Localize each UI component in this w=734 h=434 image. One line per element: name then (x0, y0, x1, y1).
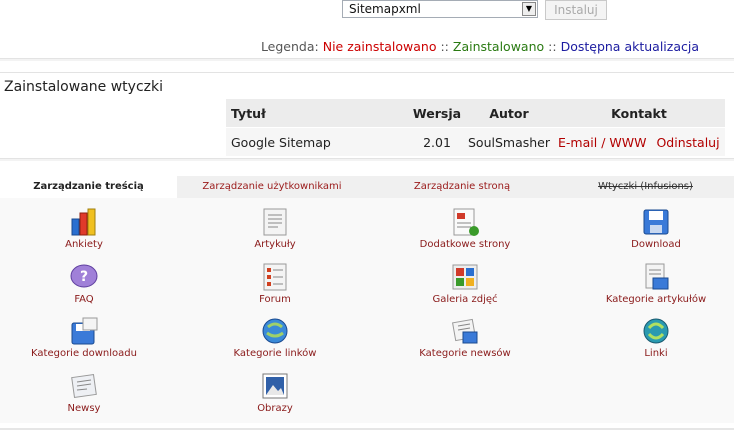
plugin-author: SoulSmasher (465, 127, 553, 156)
bottom-divider (0, 428, 734, 430)
tab-site-management[interactable]: Zarządzanie stroną (367, 176, 557, 198)
plugin-version: 2.01 (409, 127, 465, 156)
plugin-title: Google Sitemap (226, 127, 409, 156)
table-header-row: Tytuł Wersja Autor Kontakt (226, 99, 725, 128)
admin-item-label: Forum (259, 294, 291, 305)
custom-pages-icon (453, 208, 479, 236)
admin-item-label: Kategorie linków (233, 348, 317, 359)
divider (0, 72, 734, 73)
download-categories-icon (71, 317, 98, 345)
legend-separator: :: (548, 39, 557, 54)
news-icon (71, 374, 97, 398)
link-separator: / (601, 134, 606, 150)
legend-installed: Zainstalowano (452, 39, 545, 54)
admin-item-label: Obrazy (257, 403, 293, 414)
col-contact-header: Kontakt (553, 99, 725, 128)
admin-item-label: Kategorie downloadu (31, 348, 137, 359)
admin-item-label: Ankiety (65, 239, 103, 250)
legend-label: Legenda: (260, 39, 319, 54)
photo-gallery-icon (452, 264, 478, 290)
faq-icon: ? (70, 264, 98, 288)
admin-item-articles[interactable]: Artykuły (175, 207, 375, 250)
forum-icon (263, 263, 287, 291)
admin-item-label: Kategorie newsów (419, 348, 511, 359)
admin-item-news-categories[interactable]: Kategorie newsów (365, 316, 565, 359)
admin-item-label: Linki (644, 348, 668, 359)
admin-item-label: Dodatkowe strony (419, 239, 511, 250)
links-icon (643, 318, 669, 344)
admin-item-label: Kategorie artykułów (605, 294, 707, 305)
admin-item-label: Galeria zdjęć (432, 294, 498, 305)
admin-item-photo-gallery[interactable]: Galeria zdjęć (365, 262, 565, 305)
images-icon (262, 373, 288, 399)
tab-infusions[interactable]: Wtyczki (Infusions) (557, 176, 734, 198)
divider-shadow (0, 159, 734, 161)
admin-item-label: Artykuły (254, 239, 296, 250)
link-categories-icon (262, 318, 288, 344)
admin-item-download-categories[interactable]: Kategorie downloadu (0, 316, 184, 359)
admin-item-images[interactable]: Obrazy (175, 371, 375, 414)
svg-text:?: ? (80, 269, 88, 285)
chevron-down-icon[interactable]: ▼ (522, 2, 536, 16)
articles-icon (263, 208, 287, 236)
article-categories-icon (645, 263, 669, 290)
download-icon (643, 209, 669, 235)
plugin-contact: E-mail / WWW Odinstaluj (553, 127, 725, 156)
admin-item-forum[interactable]: Forum (175, 262, 375, 305)
admin-item-link-categories[interactable]: Kategorie linków (175, 316, 375, 359)
news-categories-icon (452, 318, 478, 344)
col-author-header: Autor (465, 99, 553, 128)
install-button[interactable]: Instaluj (545, 0, 607, 20)
plugin-select-value: Sitemapxml (349, 2, 421, 16)
www-link[interactable]: WWW (609, 135, 646, 150)
legend: Legenda: Nie zainstalowano :: Zainstalow… (261, 39, 699, 54)
admin-item-news[interactable]: Newsy (0, 371, 184, 414)
poll-icon (71, 208, 96, 236)
admin-item-label: FAQ (74, 294, 94, 305)
admin-item-label: Newsy (67, 403, 101, 414)
email-link[interactable]: E-mail (558, 135, 597, 150)
admin-item-links[interactable]: Linki (556, 316, 734, 359)
uninstall-link[interactable]: Odinstaluj (656, 135, 719, 150)
col-title-header: Tytuł (226, 99, 409, 128)
admin-tabs: Zarządzanie treścią Zarządzanie użytkown… (0, 176, 734, 198)
divider-shadow (0, 59, 734, 61)
admin-item-custom-pages[interactable]: Dodatkowe strony (365, 207, 565, 250)
admin-item-polls[interactable]: Ankiety (0, 207, 184, 250)
plugin-select[interactable]: Sitemapxml ▼ (342, 0, 538, 18)
admin-item-download[interactable]: Download (556, 207, 734, 250)
admin-item-article-categories[interactable]: Kategorie artykułów (556, 262, 734, 305)
table-row: Google Sitemap 2.01 SoulSmasher E-mail /… (226, 127, 725, 156)
tab-content-management[interactable]: Zarządzanie treścią (0, 176, 177, 198)
admin-item-label: Download (631, 239, 681, 250)
legend-not-installed: Nie zainstalowano (322, 39, 437, 54)
tab-user-management[interactable]: Zarządzanie użytkownikami (177, 176, 367, 198)
admin-item-faq[interactable]: ? FAQ (0, 262, 184, 305)
installed-plugins-title: Zainstalowane wtyczki (4, 79, 163, 95)
legend-separator: :: (440, 39, 449, 54)
installed-plugins-table: Tytuł Wersja Autor Kontakt Google Sitema… (226, 99, 725, 156)
col-version-header: Wersja (409, 99, 465, 128)
legend-update: Dostępna aktualizacja (560, 39, 699, 54)
